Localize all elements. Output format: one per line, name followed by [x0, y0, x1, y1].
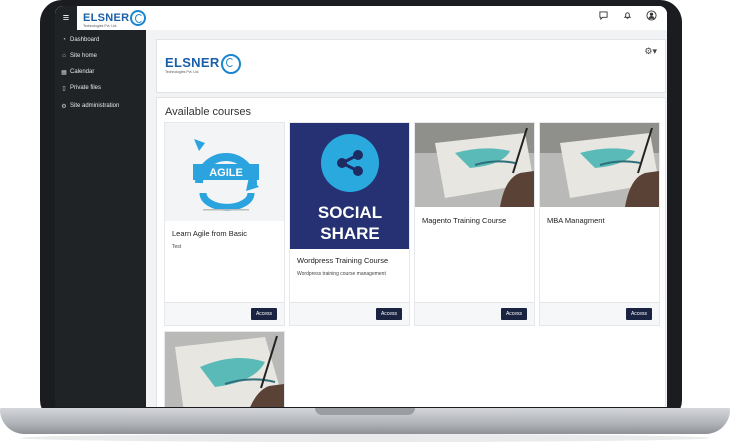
courses-region: Available courses AGILE Learn Agile from… — [156, 97, 666, 407]
access-button[interactable]: Access — [251, 308, 277, 320]
course-image[interactable]: SOCIAL SHARE — [290, 123, 409, 249]
main-content: ELSNER Technologies Pvt. Ltd. ⚙▾ Availab… — [146, 30, 667, 407]
laptop-shadow — [20, 434, 710, 442]
sidebar-item-site-home[interactable]: ⌂ Site home — [55, 48, 146, 64]
logo-mark-icon — [130, 10, 147, 26]
sidebar-item-label: Site administration — [70, 103, 120, 109]
course-image[interactable] — [540, 123, 659, 207]
logo-text: ELSNER — [83, 12, 130, 24]
screen: ≡ ELSNER Technologies Pvt. Ltd. ◔ Dashbo… — [55, 6, 667, 407]
logo-mark-icon — [220, 54, 241, 74]
access-button[interactable]: Access — [376, 308, 402, 320]
course-card-agile[interactable]: AGILE Learn Agile from Basic Test Access — [164, 122, 285, 326]
sidebar-item-private-files[interactable]: ▯ Private files — [55, 80, 146, 96]
course-card-wordpress[interactable]: SOCIAL SHARE Wordpress Training Course W… — [289, 122, 410, 326]
gear-icon[interactable]: ⚙▾ — [644, 46, 657, 57]
home-icon: ⌂ — [62, 53, 66, 59]
course-footer: Access — [540, 302, 659, 325]
course-summary: Test — [172, 244, 182, 250]
sidebar: ◔ Dashboard ⌂ Site home ▦ Calendar ▯ Pri… — [55, 30, 146, 407]
laptop-notch — [315, 408, 415, 415]
access-button[interactable]: Access — [501, 308, 527, 320]
hamburger-icon[interactable]: ≡ — [55, 6, 77, 30]
sidebar-item-label: Private files — [70, 85, 102, 91]
course-image[interactable]: AGILE — [165, 123, 284, 221]
logo-text: ELSNER — [165, 55, 220, 70]
course-card-mba[interactable]: MBA Managment Access — [539, 122, 660, 326]
logo-subtext: Technologies Pvt. Ltd. — [165, 70, 200, 74]
agile-image-text: AGILE — [209, 167, 243, 179]
share-image-text: SHARE — [320, 224, 380, 243]
calendar-icon: ▦ — [61, 69, 67, 76]
top-navbar: ≡ ELSNER Technologies Pvt. Ltd. — [55, 6, 667, 31]
course-footer: Access — [290, 302, 409, 325]
social-image-text: SOCIAL — [318, 203, 382, 222]
sidebar-item-calendar[interactable]: ▦ Calendar — [55, 64, 146, 80]
course-footer: Access — [415, 302, 534, 325]
bell-icon[interactable] — [621, 10, 633, 24]
sidebar-item-site-administration[interactable]: ⚙ Site administration — [55, 98, 146, 114]
course-card-partial[interactable] — [164, 331, 285, 407]
logo-subtext: Technologies Pvt. Ltd. — [83, 24, 118, 28]
course-name[interactable]: Learn Agile from Basic — [172, 229, 247, 238]
sidebar-item-dashboard[interactable]: ◔ Dashboard — [55, 32, 146, 48]
sidebar-item-label: Calendar — [70, 69, 95, 75]
site-logo[interactable]: ELSNER Technologies Pvt. Ltd. — [83, 9, 147, 28]
course-image[interactable] — [415, 123, 534, 207]
course-name[interactable]: MBA Managment — [547, 216, 605, 225]
course-name[interactable]: Wordpress Training Course — [297, 256, 388, 265]
section-title: Available courses — [165, 106, 252, 118]
navbar-icons — [597, 10, 657, 24]
chat-icon[interactable] — [597, 10, 609, 24]
course-card-magento[interactable]: Magento Training Course Access — [414, 122, 535, 326]
course-summary: Wordpress training course management — [297, 271, 386, 277]
sidebar-item-label: Dashboard — [70, 37, 100, 43]
user-avatar-icon[interactable] — [645, 10, 657, 24]
header-logo: ELSNER Technologies Pvt. Ltd. — [165, 54, 241, 74]
sidebar-item-label: Site home — [70, 53, 98, 59]
course-footer: Access — [165, 302, 284, 325]
page-header: ELSNER Technologies Pvt. Ltd. ⚙▾ — [156, 39, 666, 93]
access-button[interactable]: Access — [626, 308, 652, 320]
settings-icon: ⚙ — [61, 103, 67, 110]
course-name[interactable]: Magento Training Course — [422, 216, 506, 225]
course-image[interactable] — [165, 332, 284, 407]
dashboard-icon: ◔ — [62, 37, 66, 43]
file-icon: ▯ — [62, 85, 66, 92]
